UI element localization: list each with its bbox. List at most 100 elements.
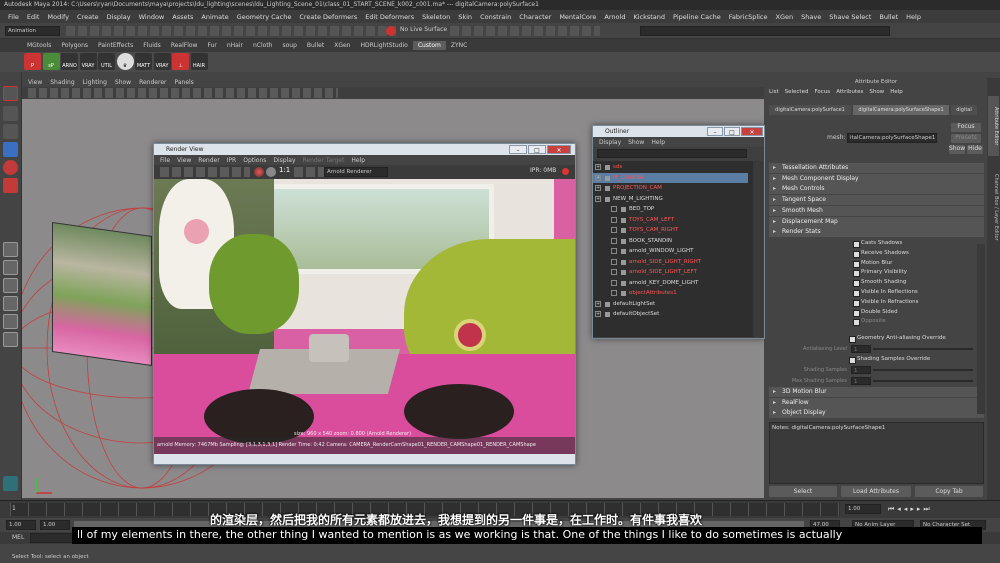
outliner-item[interactable]: + PROJECTION_CAM [593, 183, 748, 193]
outliner-filter-input[interactable] [597, 149, 747, 158]
shelf-tab-hdrlightstudio[interactable]: HDRLightStudio [355, 41, 412, 50]
maximize-button[interactable]: □ [528, 145, 546, 154]
menu-window[interactable]: Window [135, 13, 169, 21]
outliner-expand-icon[interactable] [611, 227, 617, 233]
checkbox-smooth-shading[interactable]: Smooth Shading [853, 278, 906, 288]
shelf-button-7[interactable]: VRAY [153, 53, 171, 70]
outliner-item[interactable]: arnold_WINDOW_LIGHT [593, 246, 748, 256]
menu-arnold[interactable]: Arnold [600, 13, 629, 21]
checkbox-double-sided[interactable]: Double Sided [853, 308, 898, 317]
current-frame-input[interactable]: 1.00 [845, 504, 881, 514]
render-menu-view[interactable]: View [177, 157, 191, 164]
select-button[interactable]: Select [769, 486, 837, 497]
shelf-button-0[interactable]: P [24, 53, 41, 70]
ae-section-tessellation-attributes[interactable]: Tessellation Attributes [769, 163, 984, 173]
menu-mentalcore[interactable]: MentalCore [555, 13, 600, 21]
menu-character[interactable]: Character [515, 13, 555, 21]
aa-level-input[interactable]: 1 [851, 345, 871, 353]
outliner-close-button[interactable]: ✕ [741, 127, 763, 136]
shelf-button-6[interactable]: MATT [135, 53, 152, 70]
shelf-tab-mgtools[interactable]: MGtools [22, 41, 56, 50]
menu-assets[interactable]: Assets [168, 13, 197, 21]
shelf-tab-xgen[interactable]: XGen [329, 41, 355, 50]
menu-bullet[interactable]: Bullet [875, 13, 902, 21]
outliner-expand-icon[interactable] [611, 237, 617, 244]
ae-section-mesh-controls[interactable]: Mesh Controls [769, 184, 984, 195]
shelf-tab-ncloth[interactable]: nCloth [248, 41, 278, 50]
viewport-menu-shading[interactable]: Shading [50, 79, 74, 86]
move-tool-icon[interactable] [3, 142, 18, 157]
outliner-item[interactable]: arnold_SIDE_LIGHT_LEFT [593, 267, 748, 277]
max-shading-samples-input[interactable]: 1 [851, 377, 871, 385]
ae-tab-0[interactable]: digitalCamera:polySurface1 [769, 105, 851, 115]
lasso-tool-icon[interactable] [3, 106, 18, 121]
ratio-label[interactable]: 1:1 [279, 166, 290, 174]
outliner-maximize-button[interactable]: □ [724, 127, 740, 136]
outliner-item[interactable]: + defaultObjectSet [593, 309, 748, 319]
shading-samples-slider[interactable] [873, 369, 973, 371]
select-tool-icon[interactable] [3, 86, 18, 101]
checkbox-receive-shadows[interactable]: Receive Shadows [853, 249, 909, 258]
shelf-tab-soup[interactable]: soup [277, 41, 301, 50]
menu-create-deformers[interactable]: Create Deformers [295, 13, 361, 21]
outliner-expand-icon[interactable] [611, 216, 617, 223]
viewport-menu-show[interactable]: Show [115, 79, 131, 86]
outliner-expand-icon[interactable] [611, 248, 617, 254]
focus-button[interactable]: Focus [951, 123, 981, 132]
outliner-menu-show[interactable]: Show [628, 139, 644, 146]
render-icons[interactable] [450, 26, 600, 36]
ae-tab-1[interactable]: digitalCamera:polySurfaceShape1 [853, 105, 949, 115]
outliner-item[interactable]: + M_CAMERA [593, 172, 748, 183]
shelf-tab-zync[interactable]: ZYNC [446, 41, 472, 50]
shading-samples-input[interactable]: 1 [851, 366, 871, 374]
shelf-tab-bullet[interactable]: Bullet [302, 41, 329, 50]
render-menu-render[interactable]: Render [198, 157, 219, 164]
menu-constrain[interactable]: Constrain [476, 13, 515, 21]
aa-level-slider[interactable] [873, 348, 973, 350]
viewport-menu-lighting[interactable]: Lighting [83, 79, 107, 86]
start-time-input[interactable]: 1.00 [6, 520, 36, 530]
outliner-expand-icon[interactable] [611, 279, 617, 286]
menu-pipeline-cache[interactable]: Pipeline Cache [669, 13, 725, 21]
menu-help[interactable]: Help [902, 13, 925, 21]
outliner-item[interactable]: arnold_SIDE_LIGHT_RIGHT [593, 257, 748, 267]
render-menu-ipr[interactable]: IPR [227, 157, 237, 164]
outliner-expand-icon[interactable] [611, 206, 617, 212]
menu-skin[interactable]: Skin [454, 13, 476, 21]
channel-box-side-tab[interactable]: Channel Box / Layer Editor [988, 162, 999, 252]
shelf-button-4[interactable]: UTIL [98, 53, 115, 70]
ae-menu-list[interactable]: List [769, 87, 779, 97]
load-attributes-button[interactable]: Load Attributes [841, 486, 911, 497]
status-input[interactable] [640, 26, 890, 36]
outliner-item[interactable]: arnold_KEY_DOME_LIGHT [593, 278, 748, 288]
viewport-menu-view[interactable]: View [28, 79, 42, 86]
shelf-tab-custom[interactable]: Custom [412, 41, 446, 50]
ae-section-render-stats[interactable]: Render Stats [769, 227, 984, 238]
menu-create[interactable]: Create [73, 13, 103, 21]
menu-shave-select[interactable]: Shave Select [825, 13, 875, 21]
attribute-editor-side-tab[interactable]: Attribute Editor [988, 96, 999, 156]
menu-geometry-cache[interactable]: Geometry Cache [233, 13, 296, 21]
menu-shave[interactable]: Shave [797, 13, 825, 21]
ae-section-mesh-component-display[interactable]: Mesh Component Display [769, 173, 984, 184]
menu-display[interactable]: Display [103, 13, 135, 21]
renderer-dropdown[interactable]: Arnold Renderer [324, 167, 388, 177]
shelf-button-2[interactable]: ARNO [61, 53, 78, 70]
menu-skeleton[interactable]: Skeleton [418, 13, 454, 21]
menu-edit-deformers[interactable]: Edit Deformers [361, 13, 418, 21]
render-menu-render-target[interactable]: Render Target [303, 157, 345, 164]
shading-override-checkbox[interactable]: Shading Samples Override [849, 355, 930, 364]
stop-render-icon[interactable] [562, 168, 569, 175]
render-menu-help[interactable]: Help [351, 157, 365, 164]
menu-file[interactable]: File [4, 13, 23, 21]
outliner-item[interactable]: TOYS_CAM_RIGHT [593, 225, 748, 235]
layout-hypershade-icon[interactable] [3, 332, 18, 347]
viewport-toolbar-icons[interactable] [28, 88, 338, 98]
minimize-button[interactable]: – [509, 145, 527, 154]
shelf-tab-polygons[interactable]: Polygons [56, 41, 93, 50]
menu-xgen[interactable]: XGen [772, 13, 798, 21]
mode-dropdown[interactable]: Animation [5, 26, 60, 36]
checkbox-opposite[interactable]: Opposite [853, 317, 886, 327]
outliner-item[interactable]: BED_TOP [593, 204, 748, 214]
copy-tab-button[interactable]: Copy Tab [915, 486, 983, 497]
